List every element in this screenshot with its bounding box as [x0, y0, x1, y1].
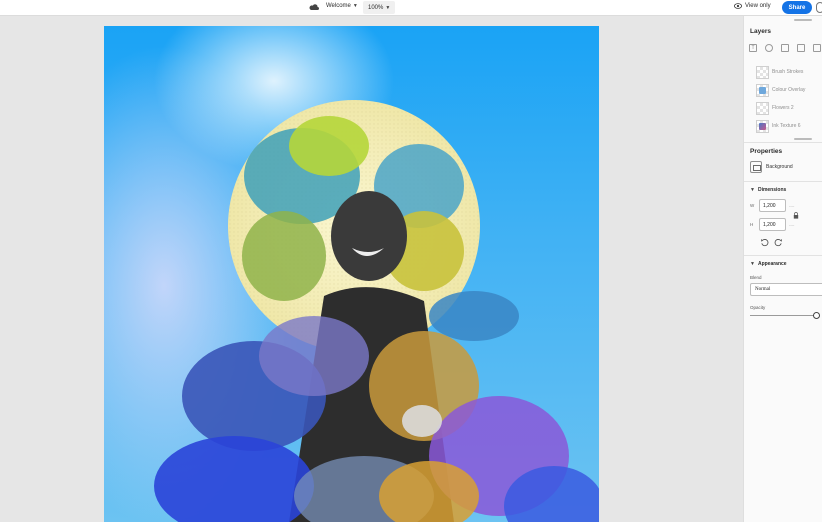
properties-panel: Layers T Brush Strokes Colour Overlay Fl…	[743, 16, 822, 522]
image-icon	[750, 161, 762, 173]
rotate-right-icon[interactable]	[774, 238, 783, 247]
chevron-down-icon: ▼	[750, 261, 755, 267]
blend-mode-value: Normal	[755, 287, 771, 292]
artwork-canvas[interactable]	[104, 26, 599, 522]
width-unit: ----	[789, 203, 795, 208]
height-input[interactable]: 1,200	[759, 218, 786, 231]
cloud-icon	[309, 4, 319, 10]
delete-icon[interactable]	[813, 44, 821, 52]
layer-item[interactable]: Flowers 2	[756, 99, 805, 117]
background-label: Background	[766, 164, 793, 170]
canvas-area[interactable]	[0, 16, 743, 522]
layer-list: Brush Strokes Colour Overlay Flowers 2 I…	[756, 63, 805, 135]
blend-mode-select[interactable]: Normal	[750, 283, 822, 296]
width-label: W	[750, 203, 755, 208]
document-title: Welcome	[326, 3, 351, 9]
layer-thumbnail	[756, 119, 769, 133]
height-label: H	[750, 222, 754, 227]
opacity-slider-track[interactable]	[750, 315, 814, 316]
image-icon[interactable]	[781, 44, 789, 52]
share-button[interactable]: Share	[782, 1, 812, 14]
width-input[interactable]: 1,200	[759, 199, 786, 212]
height-unit: ----	[789, 222, 795, 227]
view-only-label: View only	[745, 3, 771, 9]
chevron-down-icon: ▼	[352, 3, 358, 9]
layer-item[interactable]: Brush Strokes	[756, 63, 805, 81]
divider	[744, 255, 822, 256]
artwork-image	[154, 100, 599, 522]
zoom-level: 100%	[368, 4, 384, 11]
layer-name: Ink Texture 6	[772, 123, 801, 129]
layer-item[interactable]: Ink Texture 6	[756, 117, 805, 135]
layer-thumbnail	[756, 83, 769, 97]
layer-thumbnail	[756, 101, 769, 115]
layer-tools: T	[749, 44, 821, 52]
opacity-slider-thumb[interactable]	[813, 312, 820, 319]
chevron-down-icon: ▼	[385, 4, 391, 11]
duplicate-icon[interactable]	[797, 44, 805, 52]
top-bar: Welcome ▼ 100% ▼ View only Share	[0, 0, 822, 16]
eye-icon	[734, 3, 742, 9]
rotate-left-icon[interactable]	[760, 238, 769, 247]
layer-name: Flowers 2	[772, 105, 794, 111]
dimensions-title: Dimensions	[757, 187, 787, 193]
layer-name: Brush Strokes	[772, 69, 804, 75]
document-title-dropdown[interactable]: Welcome ▼	[326, 3, 358, 9]
chevron-down-icon: ▼	[750, 187, 755, 193]
properties-heading: Properties	[750, 148, 783, 155]
brush-icon[interactable]	[765, 44, 773, 52]
layer-item[interactable]: Colour Overlay	[756, 81, 805, 99]
panel-grip[interactable]	[794, 138, 812, 140]
layer-thumbnail	[756, 65, 769, 79]
opacity-label: Opacity	[750, 305, 766, 310]
lock-icon[interactable]	[793, 212, 799, 219]
blend-label: Blend	[750, 275, 762, 280]
appearance-section-toggle[interactable]: ▼ Appearance	[750, 261, 787, 267]
more-options-icon[interactable]	[816, 2, 822, 13]
view-only-toggle[interactable]: View only	[734, 3, 771, 9]
add-text-icon[interactable]: T	[749, 44, 757, 52]
background-item[interactable]: Background	[750, 161, 793, 173]
appearance-title: Appearance	[757, 261, 787, 267]
divider	[744, 142, 822, 143]
zoom-dropdown[interactable]: 100% ▼	[363, 1, 396, 14]
layer-name: Colour Overlay	[772, 87, 806, 93]
panel-grip[interactable]	[794, 19, 812, 21]
layers-heading: Layers	[750, 28, 771, 35]
divider	[744, 181, 822, 182]
dimensions-section-toggle[interactable]: ▼ Dimensions	[750, 187, 786, 193]
